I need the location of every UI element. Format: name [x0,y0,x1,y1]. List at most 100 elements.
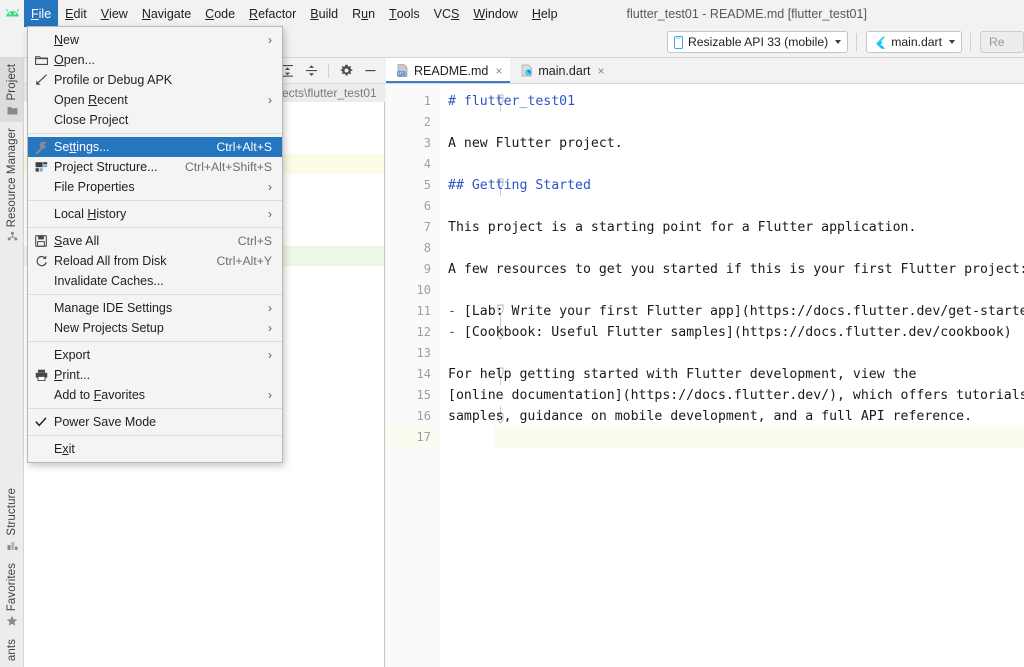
toolbar-separator-2 [970,33,971,51]
editor-tab-readme-md[interactable]: MD README.md × [386,58,511,83]
editor-line[interactable]: A few resources to get you started if th… [440,259,1024,280]
menu-bar[interactable]: File Edit View Navigate Code Refactor Build Ru n… [24,0,565,27]
chevron-right-icon: › [268,207,272,221]
wrench-icon [28,141,54,154]
menu-item-file-properties[interactable]: File Properties › [28,177,282,197]
line-number: 2 [423,115,431,129]
menu-item-invalidate-caches[interactable]: Invalidate Caches... [28,271,282,291]
device-selector[interactable]: Resizable API 33 (mobile) [666,31,849,53]
menu-item-label: Settings... [54,140,110,154]
menu-vcs[interactable]: VC S [427,0,467,27]
menu-item-label: File Properties [54,180,135,194]
check-icon [28,417,54,427]
run-configuration-selector[interactable]: main.dart [866,31,962,53]
editor-line[interactable] [440,154,1024,175]
editor-line[interactable]: - [Cookbook: Useful Flutter samples](htt… [440,322,1024,343]
editor-line[interactable] [440,343,1024,364]
menu-item-project-structure[interactable]: Project Structure... Ctrl+Alt+Shift+S [28,157,282,177]
menu-item-print[interactable]: Print... [28,365,282,385]
editor-tab-bar[interactable]: MD README.md × main.dart × [386,58,1024,84]
editor-text[interactable]: # flutter_test01 A new Flutter project. ##… [440,84,1024,667]
line-number: 10 [416,283,431,297]
menu-separator [28,227,282,228]
menu-file[interactable]: File [24,0,59,27]
menu-help[interactable]: Help [525,0,565,27]
menu-view[interactable]: View [94,0,135,27]
dart-icon [520,64,533,77]
menu-item-export[interactable]: Export › [28,345,282,365]
editor-line[interactable] [440,280,1024,301]
menu-separator [28,341,282,342]
menu-item-profile-or-debug-apk[interactable]: Profile or Debug APK [28,70,282,90]
menu-item-save-all[interactable]: Save All Ctrl+S [28,231,282,251]
file-menu-popup[interactable]: New › Open... Profile or Debug APK Open Rece… [27,26,283,463]
editor-line[interactable]: A new Flutter project. [440,133,1024,154]
editor-line[interactable]: This project is a starting point for a F… [440,217,1024,238]
android-studio-icon [0,0,24,27]
tool-window-structure[interactable]: Structure [0,482,24,557]
tool-window-favorites[interactable]: Favorites [0,557,24,633]
tool-window-project[interactable]: Project [0,58,24,122]
menu-item-settings[interactable]: Settings... Ctrl+Alt+S [28,137,282,157]
line-number: 8 [423,241,431,255]
clipped-toolbar-label: Re [989,35,1005,49]
menu-item-shortcut: Ctrl+Alt+Y [216,254,272,268]
menu-separator [28,200,282,201]
editor-line[interactable]: - [Lab: Write your first Flutter app](ht… [440,301,1024,322]
line-number: 3 [423,136,431,150]
editor-line[interactable]: samples, guidance on mobile development,… [440,406,1024,427]
editor-body[interactable]: 1 2 3 4 5 6 7 8 9 10 11 12 13 14 15 16 17 # flutter_test… [386,84,1024,667]
editor-line[interactable]: For help getting started with Flutter de… [440,364,1024,385]
editor-line[interactable]: # flutter_test01 [440,91,1024,112]
tool-window-ants[interactable]: ants [0,633,24,667]
menu-run[interactable]: Run [345,0,382,27]
menu-item-add-to-favorites[interactable]: Add to Favorites › [28,385,282,405]
editor-line[interactable]: ## Getting Started [440,175,1024,196]
tool-window-resource-manager[interactable]: Resource Manager [0,122,24,248]
menu-item-label: Open Recent [54,93,128,107]
clipped-toolbar-button[interactable]: Re [980,31,1024,53]
gear-icon[interactable] [335,60,357,82]
menu-item-open-recent[interactable]: Open Recent › [28,90,282,110]
menu-tools[interactable]: Tools [382,0,427,27]
menu-separator [28,435,282,436]
title-bar: File Edit View Navigate Code Refactor Build Ru n… [0,0,1024,27]
tool-window-label: Project [6,64,18,101]
menu-build[interactable]: Build [303,0,345,27]
editor-line[interactable] [440,427,1024,448]
menu-window[interactable]: Window [466,0,524,27]
editor-tab-main-dart[interactable]: main.dart × [510,58,612,83]
menu-item-close-project[interactable]: Close Project [28,110,282,130]
menu-item-new-projects-setup[interactable]: New Projects Setup › [28,318,282,338]
menu-item-exit[interactable]: Exit [28,439,282,459]
line-number: 14 [416,367,431,381]
menu-item-open[interactable]: Open... [28,50,282,70]
menu-item-label: Project Structure... [54,160,158,174]
close-icon[interactable]: × [495,64,502,78]
editor-line[interactable]: [online documentation](https://docs.flut… [440,385,1024,406]
menu-item-shortcut: Ctrl+Alt+S [216,140,272,154]
tool-window-label: ants [6,638,18,661]
menu-code[interactable]: Code [198,0,242,27]
menu-item-label: Local History [54,207,127,221]
menu-item-label: Profile or Debug APK [54,73,173,87]
menu-item-reload-all-from-disk[interactable]: Reload All from Disk Ctrl+Alt+Y [28,251,282,271]
editor-line[interactable] [440,196,1024,217]
menu-item-power-save-mode[interactable]: Power Save Mode [28,412,282,432]
menu-edit[interactable]: Edit [58,0,94,27]
editor-line[interactable] [440,112,1024,133]
menu-item-manage-ide-settings[interactable]: Manage IDE Settings › [28,298,282,318]
minimize-icon[interactable] [359,60,381,82]
editor-line[interactable] [440,238,1024,259]
menu-item-new[interactable]: New › [28,30,282,50]
menu-separator [28,408,282,409]
menu-separator [28,133,282,134]
resource-manager-icon [7,231,18,242]
menu-item-local-history[interactable]: Local History › [28,204,282,224]
collapse-all-button[interactable] [300,60,322,82]
line-number: 9 [423,262,431,276]
menu-refactor[interactable]: Refactor [242,0,303,27]
flutter-icon [873,36,886,49]
close-icon[interactable]: × [597,64,604,78]
menu-navigate[interactable]: Navigate [135,0,198,27]
